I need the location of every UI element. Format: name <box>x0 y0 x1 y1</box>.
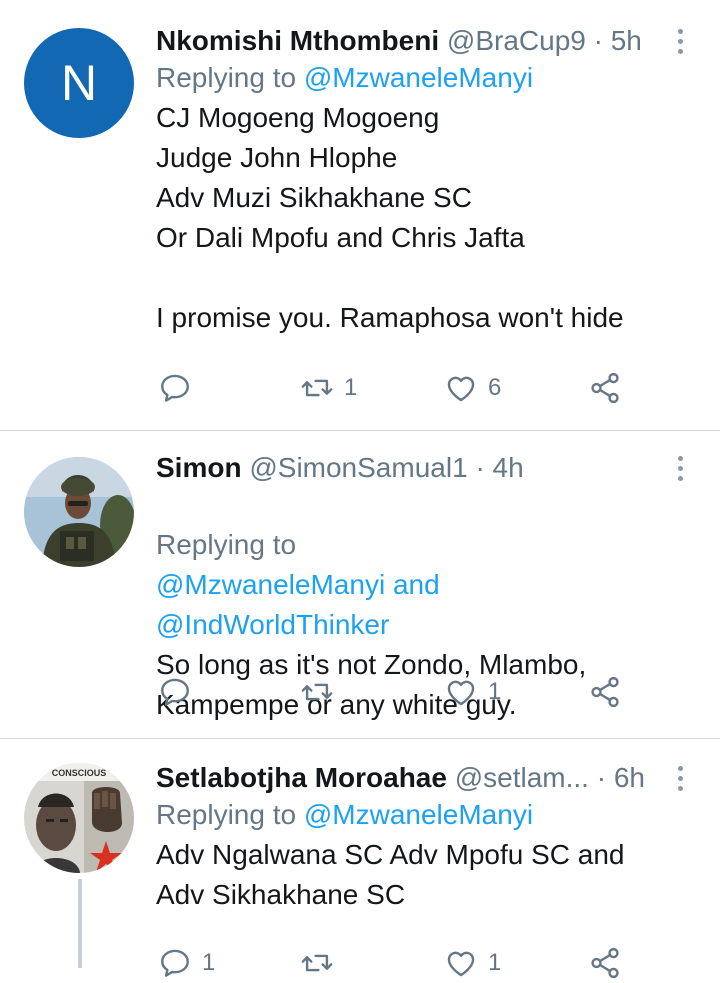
timestamp[interactable]: 6h <box>614 762 645 793</box>
share-button[interactable] <box>588 943 622 983</box>
separator: · <box>596 762 607 793</box>
user-handle[interactable]: @setlam... <box>455 762 589 793</box>
mention-link[interactable]: @MzwaneleManyi <box>304 62 533 93</box>
replying-to: Replying to @MzwaneleManyi and @IndWorld… <box>156 485 700 645</box>
reply-icon <box>161 949 189 977</box>
mention-link[interactable]: @MzwaneleManyi and @IndWorldThinker <box>156 569 440 640</box>
replying-prefix: Replying to <box>156 62 297 93</box>
more-options-icon[interactable] <box>674 451 686 485</box>
heart-icon <box>447 951 475 977</box>
tweet-actions: 1 1 <box>156 943 660 983</box>
tweet-actions: 1 <box>156 672 660 712</box>
avatar-text: CONSCIOUS <box>52 768 107 778</box>
display-name[interactable]: Setlabotjha Moroahae <box>156 762 447 793</box>
tweet-header: Setlabotjha Moroahae @setlam... · 6h <box>156 761 700 795</box>
mention-link[interactable]: @MzwaneleManyi <box>304 799 533 830</box>
tweet-card[interactable]: Simon @SimonSamual1 · 4h Replying to @Mz… <box>0 431 720 739</box>
reply-button[interactable] <box>158 672 192 712</box>
retweet-count: 1 <box>344 374 358 401</box>
display-name[interactable]: Nkomishi Mthombeni <box>156 25 439 56</box>
like-button[interactable]: 1 <box>444 943 501 983</box>
tweet-card[interactable]: N Nkomishi Mthombeni @BraCup9 · 5h Reply… <box>0 0 720 431</box>
tweet-header: Simon @SimonSamual1 · 4h <box>156 451 700 485</box>
reply-icon <box>161 374 189 402</box>
avatar[interactable]: CONSCIOUS <box>24 763 134 873</box>
like-count: 6 <box>488 374 502 401</box>
share-icon <box>591 947 619 979</box>
user-handle[interactable]: @SimonSamual1 <box>249 452 467 483</box>
more-options-icon[interactable] <box>674 24 686 58</box>
avatar[interactable]: N <box>24 28 134 138</box>
soldier-photo <box>24 457 134 567</box>
like-button[interactable]: 1 <box>444 672 501 712</box>
like-count: 1 <box>488 678 502 705</box>
separator: · <box>593 25 603 56</box>
like-button[interactable]: 6 <box>444 368 501 408</box>
thread-line <box>78 879 82 968</box>
reply-count: 1 <box>202 949 216 976</box>
tweet-text: CJ Mogoeng Mogoeng Judge John Hlophe Adv… <box>156 102 624 333</box>
share-button[interactable] <box>588 368 622 408</box>
share-icon <box>591 372 619 404</box>
retweet-icon <box>301 954 333 972</box>
share-icon <box>591 676 619 708</box>
reply-button[interactable]: 1 <box>158 943 215 983</box>
timestamp[interactable]: 5h <box>611 25 642 56</box>
avatar[interactable] <box>24 457 134 567</box>
share-button[interactable] <box>588 672 622 712</box>
tweet-text: Adv Ngalwana SC Adv Mpofu SC and Adv Sik… <box>156 839 625 910</box>
heart-icon <box>447 680 475 706</box>
tweet-header: Nkomishi Mthombeni @BraCup9 · 5h <box>156 24 700 58</box>
user-handle[interactable]: @BraCup9 <box>447 25 586 56</box>
replying-to: Replying to @MzwaneleManyi <box>156 58 700 98</box>
reply-button[interactable] <box>158 368 192 408</box>
retweet-icon <box>301 379 333 397</box>
reply-icon <box>161 678 189 706</box>
retweet-button[interactable] <box>300 672 334 712</box>
retweet-button[interactable]: 1 <box>300 368 357 408</box>
separator: · <box>475 452 485 483</box>
like-count: 1 <box>488 949 502 976</box>
tweet-card[interactable]: CONSCIOUS Setlabotjha Moroahae @setlam..… <box>0 739 720 979</box>
tweet-actions: 1 6 <box>156 368 660 408</box>
more-options-icon[interactable] <box>674 761 686 795</box>
display-name[interactable]: Simon <box>156 452 242 483</box>
conscious-fist-image: CONSCIOUS <box>24 763 134 873</box>
tweet-feed: N Nkomishi Mthombeni @BraCup9 · 5h Reply… <box>0 0 720 979</box>
retweet-button[interactable] <box>300 943 334 983</box>
timestamp[interactable]: 4h <box>493 452 524 483</box>
replying-to: Replying to @MzwaneleManyi <box>156 795 700 835</box>
replying-prefix: Replying to <box>156 799 297 830</box>
heart-icon <box>447 376 475 402</box>
replying-prefix: Replying to <box>156 529 297 560</box>
retweet-icon <box>301 683 333 701</box>
